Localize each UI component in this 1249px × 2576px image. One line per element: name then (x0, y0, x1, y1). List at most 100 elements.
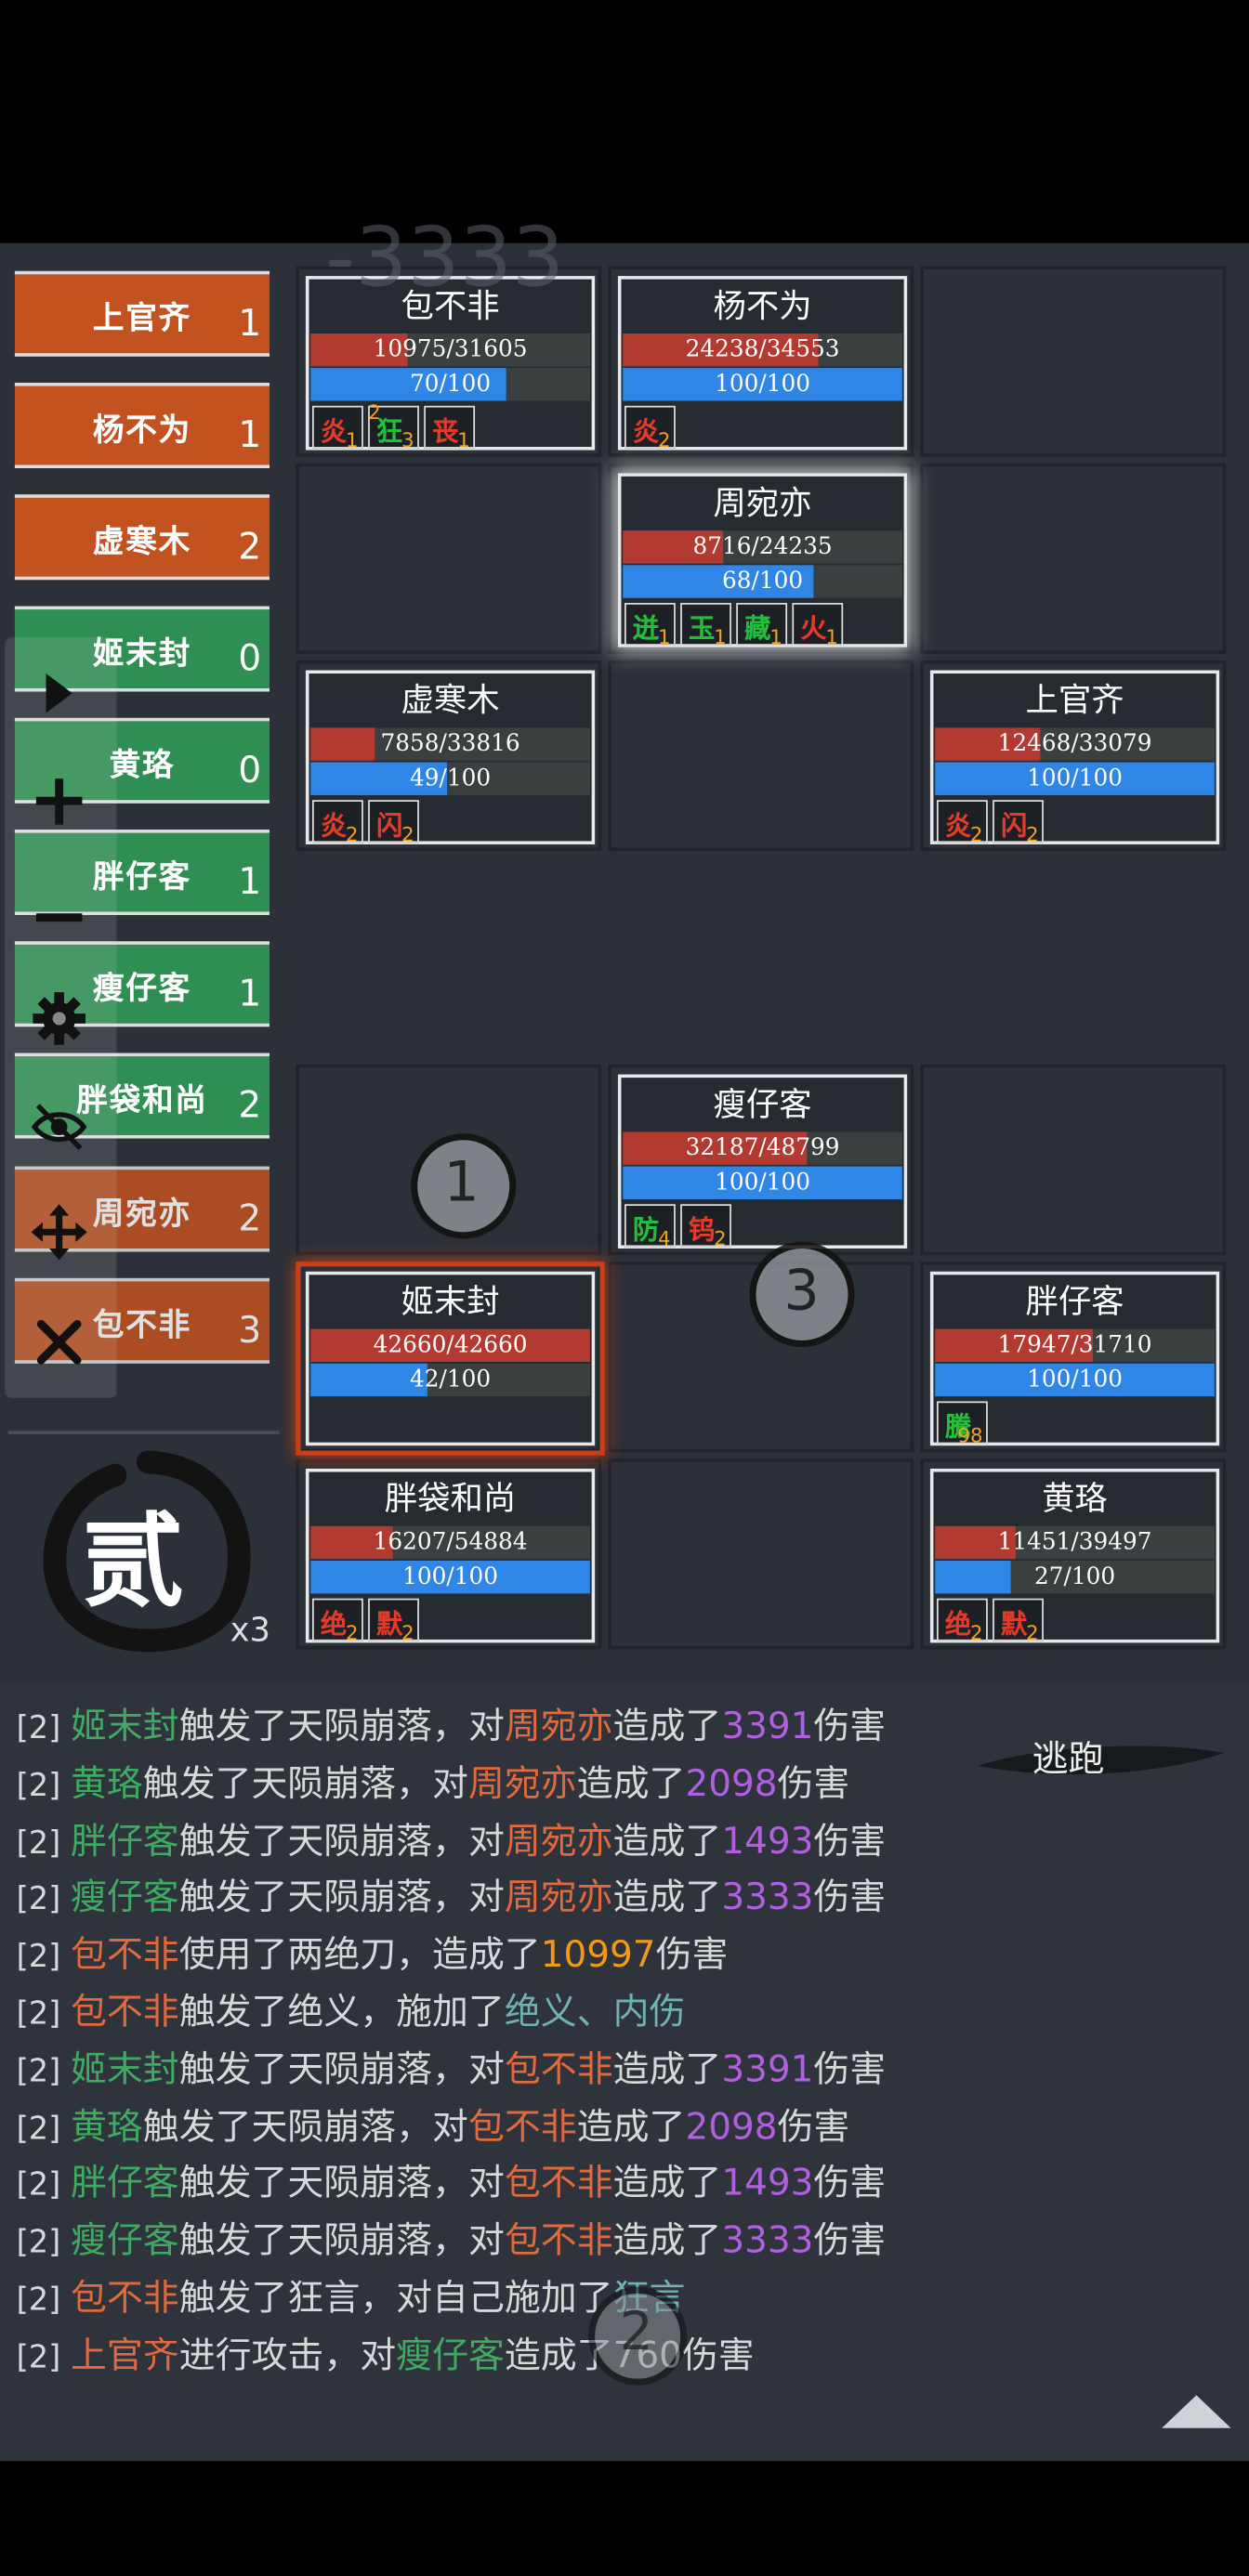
buff-icon[interactable]: 炎1 (311, 405, 363, 451)
log-segment: [2] (16, 1709, 71, 1746)
turn-order-count: 2 (238, 527, 262, 569)
turn-order-count: 1 (238, 974, 262, 1015)
log-segment: 伤害 (655, 1935, 729, 1977)
buff-list: 炎2闪2 (936, 800, 1044, 846)
escape-button[interactable]: 逃跑 (969, 1717, 1232, 1792)
buff-char: 默 (1000, 1608, 1028, 1640)
log-segment: 伤害 (777, 1763, 850, 1806)
grid-cell[interactable] (608, 660, 914, 852)
gear-button[interactable] (13, 969, 105, 1067)
hp-text: 8716/24235 (692, 533, 833, 561)
unit-card[interactable]: 胖袋和尚 16207/54884 100/100 绝 2 默 2 (305, 1468, 596, 1645)
buff-icon[interactable]: 玉1 (680, 603, 731, 649)
grid-cell[interactable] (920, 266, 1227, 457)
mp-bar: 100/100 (935, 1363, 1215, 1397)
buff-icon[interactable]: 騰 98 (936, 1401, 988, 1447)
hp-bar: 12468/33079 (935, 727, 1215, 761)
marker-label-2: 2 (619, 2299, 653, 2362)
collapse-arrow-icon[interactable] (1159, 2392, 1234, 2431)
log-line: [2] 包不非使用了两绝刀，造成了10997伤害 (17, 1926, 729, 1979)
log-line: [2] 包不非触发了狂言，对自己施加了狂言 (17, 2269, 686, 2321)
turn-order-item[interactable]: 杨不为 1 (14, 383, 270, 468)
log-segment: 周宛亦 (504, 1877, 613, 1920)
log-segment: [2] (16, 1824, 71, 1861)
buff-icon[interactable]: 闪2 (993, 800, 1044, 846)
turn-order-item[interactable]: 虚寒木 2 (14, 494, 270, 581)
unit-card[interactable]: 姬末封 42660/42660 42/100 (305, 1271, 596, 1446)
log-segment: 3391 (721, 2049, 814, 2091)
buff-stack: 1 (457, 428, 470, 452)
buff-icon[interactable]: 丧1 (424, 405, 476, 452)
grid-cell[interactable] (920, 1064, 1227, 1256)
turn-order-name: 上官齐 (92, 300, 192, 337)
buff-list: 绝2默2 (936, 1598, 1044, 1644)
close-button[interactable] (13, 1293, 105, 1392)
unit-card[interactable]: 瘦仔客 32187/48799 100/100 防 4 钨 2 (617, 1074, 908, 1250)
turn-order-count: 1 (238, 862, 262, 904)
log-segment: 触发了狂言，对自己施加了 (178, 2278, 613, 2321)
buff-char: 绝 (944, 1608, 972, 1640)
log-segment: 包不非 (504, 2221, 613, 2263)
log-segment: 进行攻击，对 (178, 2335, 397, 2377)
buff-stack: 2 (1026, 822, 1039, 846)
buff-icon[interactable]: 绝2 (311, 1598, 363, 1644)
hp-text: 24238/34553 (685, 336, 840, 363)
minus-button[interactable] (13, 861, 105, 960)
log-segment: 胖仔客 (70, 1821, 179, 1863)
escape-label: 逃跑 (1032, 1739, 1105, 1781)
turn-order-count: 2 (238, 1085, 262, 1128)
log-segment: 伤害 (813, 1821, 887, 1863)
log-segment: [2] (16, 2224, 71, 2261)
unit-card[interactable]: 杨不为 24238/34553 100/100 炎 2 (617, 276, 908, 451)
hp-bar: 17947/31710 (935, 1328, 1215, 1363)
grid-cell[interactable] (920, 463, 1227, 654)
log-segment: 绝义、内伤 (504, 1993, 686, 2034)
buff-stack: 1 (769, 625, 782, 649)
buff-icon[interactable]: 防4 (624, 1204, 676, 1250)
move-icon (31, 1204, 87, 1261)
turn-order-item[interactable]: 上官齐 1 (14, 270, 270, 357)
unit-card[interactable]: 周宛亦 8716/24235 68/100 迸 1 玉 1 藏 1 火 1 (617, 473, 908, 649)
buff-char: 玉 (688, 612, 716, 645)
eye-off-button[interactable] (13, 1078, 105, 1176)
hp-text: 42660/42660 (373, 1332, 528, 1359)
log-segment: 包不非 (467, 2107, 577, 2149)
unit-card[interactable]: 黄珞 11451/39497 27/100 绝 2 默 2 (929, 1468, 1220, 1644)
log-segment: [2] (16, 2282, 71, 2319)
speed-label[interactable]: x3 (230, 1610, 270, 1649)
mp-text: 100/100 (402, 1563, 498, 1590)
buff-icon[interactable]: 炎2 (624, 405, 676, 451)
log-segment: 造成了 (576, 2107, 686, 2149)
grid-cell[interactable] (608, 1458, 914, 1650)
buff-icon[interactable]: 迸1 (624, 603, 676, 649)
mp-bar: 27/100 (935, 1560, 1215, 1594)
buff-icon[interactable]: 默2 (368, 1598, 419, 1645)
log-segment: 周宛亦 (504, 1706, 613, 1748)
turn-order-count: 2 (238, 1198, 262, 1241)
play-button[interactable] (13, 644, 105, 742)
buff-icon[interactable]: 闪2 (368, 800, 419, 846)
unit-card[interactable]: 胖仔客 17947/31710 100/100 騰 98 (929, 1271, 1220, 1447)
hp-text: 17947/31710 (997, 1332, 1152, 1359)
buff-icon[interactable]: 藏1 (736, 603, 788, 649)
unit-card[interactable]: 虚寒木 7858/33816 49/100 炎 2 闪 2 (305, 670, 596, 846)
marker-label-3: 3 (783, 1258, 820, 1325)
buff-icon[interactable]: 狂32 (368, 400, 419, 451)
buff-stack: 2 (401, 1621, 414, 1645)
unit-card[interactable]: 上官齐 12468/33079 100/100 炎 2 闪 2 (929, 670, 1220, 846)
plus-button[interactable] (13, 752, 105, 851)
buff-icon[interactable]: 火1 (792, 603, 844, 649)
buff-char: 炎 (320, 415, 348, 448)
buff-icon[interactable]: 炎2 (311, 800, 363, 846)
buff-icon[interactable]: 炎2 (936, 800, 988, 846)
mp-bar: 100/100 (623, 368, 902, 401)
move-button[interactable] (13, 1183, 105, 1281)
log-segment: 触发了天陨崩落，对 (178, 1706, 505, 1748)
buff-icon[interactable]: 默2 (993, 1598, 1044, 1644)
log-segment: 姬末封 (70, 1706, 179, 1748)
log-segment: 造成了 (576, 1763, 686, 1806)
log-segment: 2098 (685, 1763, 778, 1806)
buff-icon[interactable]: 钨2 (680, 1204, 731, 1250)
grid-cell[interactable] (296, 463, 602, 654)
buff-icon[interactable]: 绝2 (936, 1598, 988, 1644)
